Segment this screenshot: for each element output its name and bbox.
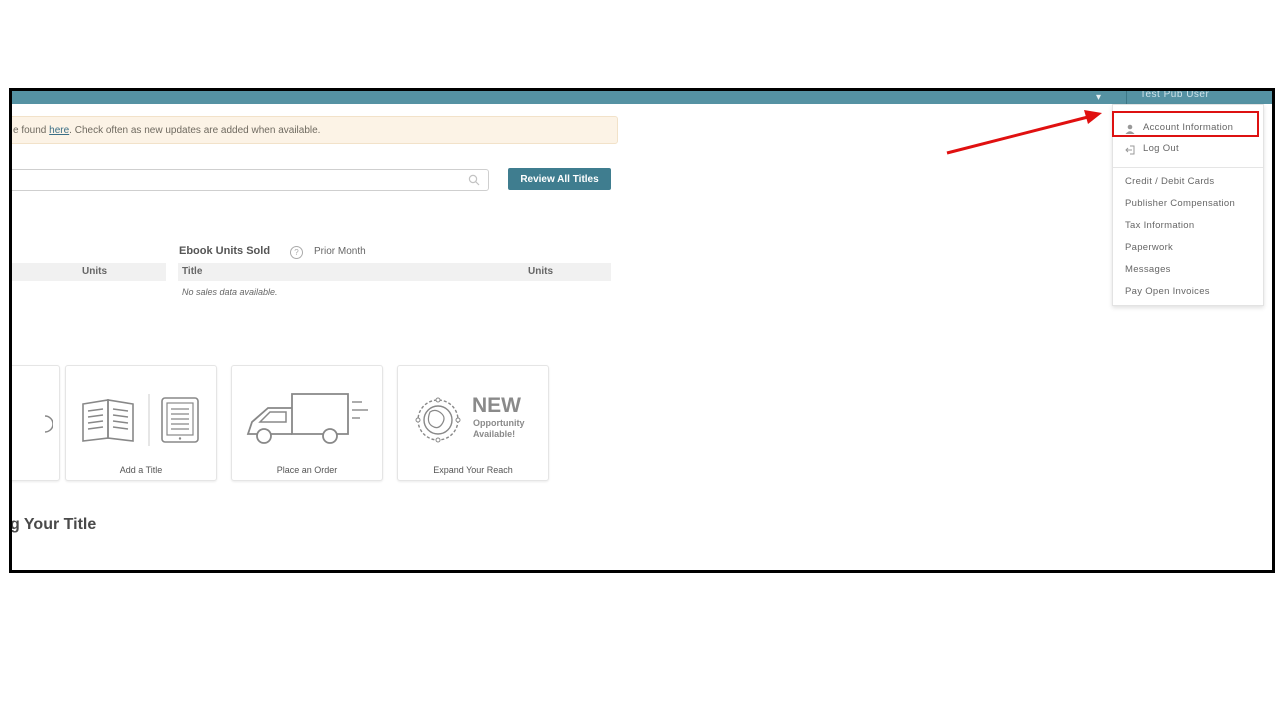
help-icon[interactable]: ?	[290, 246, 303, 259]
add-a-title-card[interactable]: Add a Title	[65, 365, 217, 481]
logout-icon	[1125, 145, 1135, 155]
menu-item-credit-debit-cards[interactable]: Credit / Debit Cards	[1125, 176, 1214, 187]
new-badge-text: NEW	[472, 394, 521, 417]
menu-item-publisher-compensation[interactable]: Publisher Compensation	[1125, 198, 1235, 209]
place-an-order-label: Place an Order	[276, 465, 338, 475]
highlight-box	[1112, 111, 1259, 137]
menu-item-paperwork[interactable]: Paperwork	[1125, 242, 1173, 253]
search-input[interactable]	[13, 171, 457, 191]
screenshot-frame: ▾ Test Pub User e found here. Check ofte…	[9, 88, 1275, 573]
no-sales-message: No sales data available.	[182, 287, 278, 297]
units-column-header: Units	[82, 266, 107, 277]
new-opportunity-line2: Available!	[473, 429, 516, 439]
book-and-tablet-icon	[82, 394, 199, 446]
ebook-units-sold-title: Ebook Units Sold	[179, 245, 271, 257]
menu-item-messages[interactable]: Messages	[1125, 264, 1171, 275]
add-a-title-label: Add a Title	[119, 465, 163, 475]
title-column-header: Title	[182, 266, 203, 277]
new-opportunity-line1: Opportunity	[473, 418, 525, 428]
search-icon[interactable]	[468, 174, 480, 186]
notice-banner: e found here. Check often as new updates…	[12, 116, 618, 144]
action-card-partial[interactable]	[12, 365, 60, 481]
globe-network-icon	[415, 397, 461, 443]
expand-your-reach-card[interactable]: NEW Opportunity Available! Expand Your R…	[397, 365, 549, 481]
banner-text-prefix: e found	[13, 125, 50, 136]
menu-item-tax-information[interactable]: Tax Information	[1125, 220, 1194, 231]
menu-item-log-out[interactable]: Log Out	[1143, 143, 1179, 154]
title-search-box[interactable]	[12, 169, 489, 191]
delivery-truck-icon	[246, 393, 368, 444]
partial-card-icon	[44, 415, 53, 433]
topbar-divider	[1126, 91, 1127, 104]
menu-separator	[1113, 167, 1263, 168]
review-all-titles-button[interactable]: Review All Titles	[508, 168, 611, 190]
section-heading: g Your Title	[10, 516, 97, 533]
period-label: Prior Month	[314, 246, 366, 257]
chevron-down-icon[interactable]: ▾	[1096, 92, 1101, 103]
print-units-table-header: Units	[12, 263, 166, 281]
top-navigation-bar: ▾ Test Pub User	[12, 91, 1272, 104]
place-an-order-card[interactable]: Place an Order	[231, 365, 383, 481]
banner-here-link[interactable]: here	[49, 125, 69, 136]
menu-item-pay-open-invoices[interactable]: Pay Open Invoices	[1125, 286, 1210, 297]
expand-your-reach-label: Expand Your Reach	[433, 465, 513, 475]
banner-text-suffix: . Check often as new updates are added w…	[69, 125, 321, 136]
units-column-header: Units	[528, 266, 553, 277]
user-menu-toggle[interactable]: Test Pub User	[1140, 91, 1209, 100]
ebook-table-header: Title Units	[178, 263, 611, 281]
